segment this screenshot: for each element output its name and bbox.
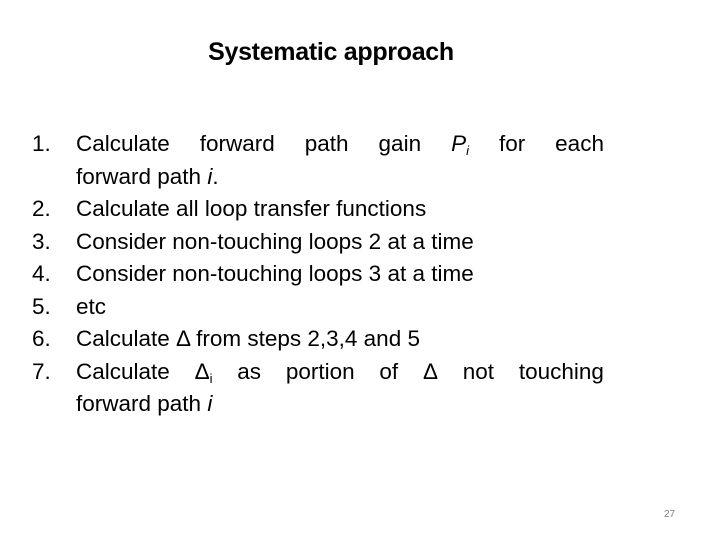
list-item-4: 4. Consider non-touching loops 3 at a ti… xyxy=(32,258,604,291)
word: for xyxy=(498,131,526,156)
item-number: 5. xyxy=(32,293,51,319)
word: path xyxy=(304,131,349,156)
steps-list: 1. Calculate forward path gain Pi for ea… xyxy=(32,128,604,421)
list-item-1: 1. Calculate forward path gain Pi for ea… xyxy=(32,128,604,193)
word: forward xyxy=(199,131,275,156)
word: each xyxy=(555,131,604,156)
list-item-3: 3. Consider non-touching loops 2 at a ti… xyxy=(32,226,604,259)
item-text: Calculate Δ from steps 2,3,4 and 5 xyxy=(76,326,420,351)
slide-title: Systematic approach xyxy=(208,38,454,66)
page-number: 27 xyxy=(664,509,676,520)
word: touching xyxy=(518,358,604,384)
item-1-line-2: forward path i. xyxy=(76,163,219,189)
list-item-7: 7. Calculate Δi as portion of Δ not touc… xyxy=(32,356,604,421)
word: of xyxy=(379,358,399,384)
word: Calculate xyxy=(76,358,170,384)
word: not xyxy=(462,358,495,384)
list-item-2: 2. Calculate all loop transfer functions xyxy=(32,193,604,226)
item-text: Consider non-touching loops 2 at a time xyxy=(76,228,474,254)
list-item-5: 5. etc xyxy=(32,291,604,324)
word: gain xyxy=(378,131,422,156)
item-text: Calculate all loop transfer functions xyxy=(76,196,427,221)
item-number: 2. xyxy=(32,196,51,221)
word: portion xyxy=(285,358,355,384)
item-1-line-1: Calculate forward path gain Pi for each xyxy=(76,128,604,161)
item-number: 6. xyxy=(32,326,51,351)
item-text: Consider non-touching loops 3 at a time xyxy=(76,261,474,286)
item-7-line-1: Calculate Δi as portion of Δ not touchin… xyxy=(76,356,604,389)
delta-i-symbol: Δi xyxy=(194,358,213,386)
item-number: 1. xyxy=(32,131,51,156)
list-item-6: 6. Calculate Δ from steps 2,3,4 and 5 xyxy=(32,323,604,356)
word: Calculate xyxy=(76,131,170,156)
word: as xyxy=(237,358,262,384)
item-number: 7. xyxy=(32,358,51,384)
item-number: 3. xyxy=(32,228,51,254)
delta-symbol: Δ xyxy=(422,358,438,384)
gain-variable: Pi xyxy=(451,131,469,158)
item-number: 4. xyxy=(32,261,51,286)
item-text: etc xyxy=(76,293,107,319)
item-7-line-2: forward path i xyxy=(76,391,213,416)
